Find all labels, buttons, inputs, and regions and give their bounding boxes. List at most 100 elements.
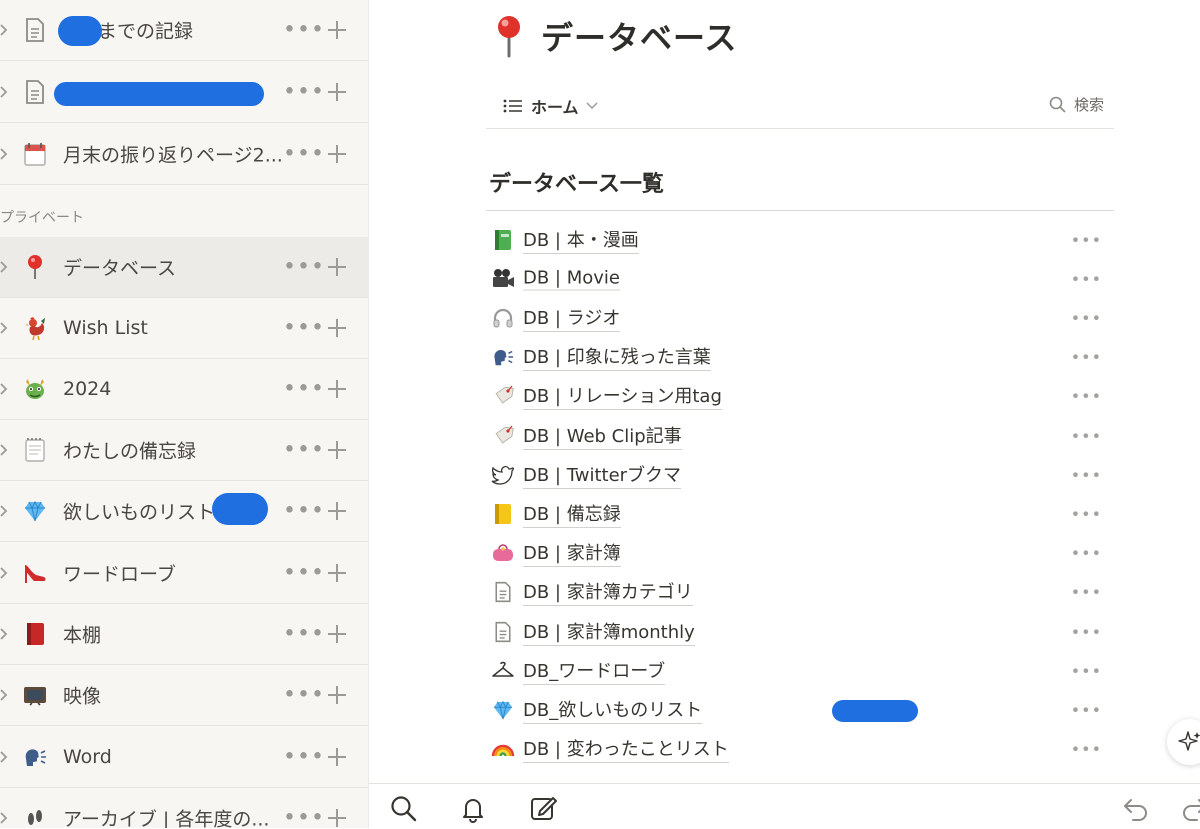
- add-icon[interactable]: [324, 437, 350, 463]
- chevron-right-icon[interactable]: [0, 747, 10, 767]
- list-item-label[interactable]: DB_欲しいものリスト: [523, 696, 703, 724]
- chevron-right-icon[interactable]: [0, 379, 10, 399]
- list-item-label[interactable]: DB_ワードローブ: [523, 657, 666, 685]
- chevron-right-icon[interactable]: [0, 501, 10, 521]
- list-item[interactable]: DB | リレーション用tag •••: [489, 377, 1114, 415]
- undo-icon[interactable]: [1121, 794, 1151, 824]
- add-icon[interactable]: [324, 498, 350, 524]
- sidebar-item-memo[interactable]: わたしの備忘録 •••: [0, 420, 368, 481]
- list-item[interactable]: DB | 本・漫画 •••: [489, 221, 1114, 259]
- list-item[interactable]: DB_欲しいものリスト •••: [489, 691, 1114, 729]
- more-options-icon[interactable]: •••: [1071, 348, 1102, 367]
- chevron-right-icon[interactable]: [0, 808, 10, 828]
- add-icon[interactable]: [324, 560, 350, 586]
- more-options-icon[interactable]: •••: [1071, 231, 1102, 250]
- more-options-icon[interactable]: •••: [1071, 505, 1102, 524]
- chevron-right-icon[interactable]: [0, 685, 10, 705]
- more-options-icon[interactable]: •••: [283, 80, 325, 105]
- sidebar-item-wishlist-jp[interactable]: 欲しいものリスト •••: [0, 481, 368, 542]
- bell-icon[interactable]: [458, 794, 488, 824]
- more-options-icon[interactable]: •••: [1071, 544, 1102, 563]
- sidebar-item-archive[interactable]: アーカイブ | 各年度の... •••: [0, 788, 368, 828]
- sidebar-item-2024[interactable]: 2024 •••: [0, 359, 368, 420]
- list-item-label[interactable]: DB | 家計簿カテゴリ: [523, 578, 693, 606]
- more-options-icon[interactable]: •••: [1071, 583, 1102, 602]
- more-options-icon[interactable]: •••: [283, 377, 325, 402]
- add-icon[interactable]: [324, 79, 350, 105]
- more-options-icon[interactable]: •••: [1071, 466, 1102, 485]
- list-item-label[interactable]: DB | 本・漫画: [523, 226, 639, 254]
- more-options-icon[interactable]: •••: [1071, 662, 1102, 681]
- add-icon[interactable]: [324, 376, 350, 402]
- list-item[interactable]: DB | 家計簿 •••: [489, 534, 1114, 572]
- list-item-label[interactable]: DB | 印象に残った言葉: [523, 343, 711, 371]
- redo-icon[interactable]: [1177, 794, 1200, 824]
- more-options-icon[interactable]: •••: [283, 142, 325, 167]
- chevron-right-icon[interactable]: [0, 318, 10, 338]
- list-item-label[interactable]: DB | ラジオ: [523, 304, 621, 332]
- search-icon[interactable]: [389, 794, 419, 824]
- list-item-label[interactable]: DB | Twitterブクマ: [523, 461, 682, 489]
- more-options-icon[interactable]: •••: [283, 438, 325, 463]
- list-item[interactable]: DB | Movie •••: [489, 260, 1114, 298]
- list-item[interactable]: DB_ワードローブ •••: [489, 652, 1114, 690]
- add-icon[interactable]: [324, 141, 350, 167]
- list-item-label[interactable]: DB | 変わったことリスト: [523, 735, 729, 763]
- more-options-icon[interactable]: •••: [283, 683, 325, 708]
- more-options-icon[interactable]: •••: [1071, 701, 1102, 720]
- more-options-icon[interactable]: •••: [283, 806, 325, 829]
- list-item-label[interactable]: DB | 備忘録: [523, 500, 621, 528]
- add-icon[interactable]: [324, 682, 350, 708]
- sidebar-item-wardrobe[interactable]: ワードローブ •••: [0, 543, 368, 604]
- more-options-icon[interactable]: •••: [283, 18, 325, 43]
- sidebar-item-record[interactable]: までの記録 •••: [0, 0, 368, 61]
- list-item[interactable]: DB | 変わったことリスト •••: [489, 730, 1114, 768]
- more-options-icon[interactable]: •••: [1071, 309, 1102, 328]
- sidebar-item-monthly-review[interactable]: 月末の振り返りページ2... •••: [0, 124, 368, 185]
- more-options-icon[interactable]: •••: [283, 255, 325, 280]
- chevron-right-icon[interactable]: [0, 82, 10, 102]
- add-icon[interactable]: [324, 315, 350, 341]
- sidebar-item-video[interactable]: 映像 •••: [0, 665, 368, 726]
- list-item-label[interactable]: DB | リレーション用tag: [523, 382, 722, 410]
- list-item[interactable]: DB | ラジオ •••: [489, 299, 1114, 337]
- list-item-label[interactable]: DB | 家計簿: [523, 539, 621, 567]
- add-icon[interactable]: [324, 254, 350, 280]
- list-item[interactable]: DB | 家計簿monthly •••: [489, 613, 1114, 651]
- more-options-icon[interactable]: •••: [283, 561, 325, 586]
- add-icon[interactable]: [324, 744, 350, 770]
- more-options-icon[interactable]: •••: [283, 499, 325, 524]
- list-item[interactable]: DB | Web Clip記事 •••: [489, 417, 1114, 455]
- chevron-right-icon[interactable]: [0, 563, 10, 583]
- more-options-icon[interactable]: •••: [1071, 270, 1102, 289]
- chevron-right-icon[interactable]: [0, 440, 10, 460]
- add-icon[interactable]: [324, 17, 350, 43]
- sidebar-item-redacted[interactable]: •••: [0, 62, 368, 123]
- view-tab-home[interactable]: ホーム: [503, 94, 606, 118]
- list-item[interactable]: DB | 家計簿カテゴリ •••: [489, 573, 1114, 611]
- compose-icon[interactable]: [529, 794, 559, 824]
- more-options-icon[interactable]: •••: [1071, 427, 1102, 446]
- chevron-right-icon[interactable]: [0, 624, 10, 644]
- add-icon[interactable]: [324, 805, 350, 828]
- chevron-right-icon[interactable]: [0, 20, 10, 40]
- add-icon[interactable]: [324, 621, 350, 647]
- page-title[interactable]: データベース: [541, 13, 737, 59]
- list-item-label[interactable]: DB | Movie: [523, 268, 620, 291]
- more-options-icon[interactable]: •••: [1071, 740, 1102, 759]
- sidebar-item-word[interactable]: Word •••: [0, 727, 368, 788]
- sidebar-item-bookshelf[interactable]: 本棚 •••: [0, 604, 368, 665]
- more-options-icon[interactable]: •••: [1071, 623, 1102, 642]
- chevron-right-icon[interactable]: [0, 257, 10, 277]
- section-label-private[interactable]: プライベート: [0, 207, 84, 227]
- more-options-icon[interactable]: •••: [283, 745, 325, 770]
- list-item-label[interactable]: DB | 家計簿monthly: [523, 618, 695, 646]
- chevron-right-icon[interactable]: [0, 144, 10, 164]
- more-options-icon[interactable]: •••: [283, 316, 325, 341]
- more-options-icon[interactable]: •••: [1071, 387, 1102, 406]
- list-item-label[interactable]: DB | Web Clip記事: [523, 422, 682, 450]
- search-button[interactable]: 検索: [1049, 94, 1104, 115]
- sidebar-item-database[interactable]: データベース •••: [0, 237, 368, 298]
- more-options-icon[interactable]: •••: [283, 622, 325, 647]
- sidebar-item-wish-list[interactable]: Wish List •••: [0, 298, 368, 359]
